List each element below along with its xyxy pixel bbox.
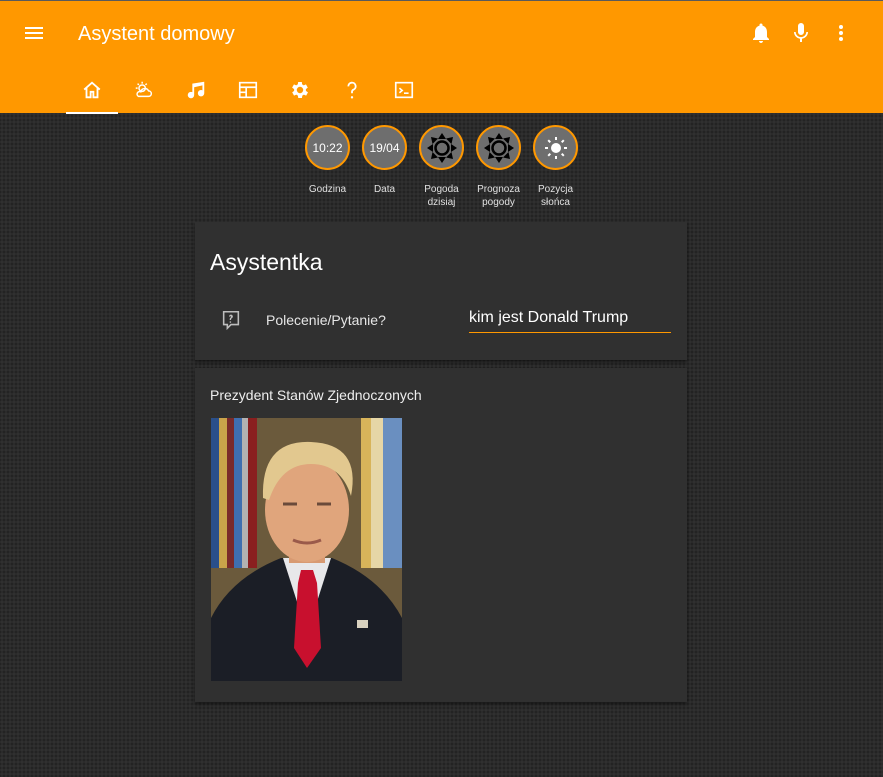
music-note-icon bbox=[187, 81, 205, 99]
tab-home[interactable] bbox=[66, 71, 118, 114]
tab-bar bbox=[66, 71, 430, 114]
badge-date-value: 19/04 bbox=[362, 125, 407, 170]
badge-date[interactable]: 19/04 Data bbox=[360, 125, 409, 209]
badge-weather-today[interactable]: Pogoda dzisiaj bbox=[417, 125, 466, 209]
badge-label: Pozycja słońca bbox=[537, 184, 573, 208]
answer-text: Prezydent Stanów Zjednoczonych bbox=[210, 387, 422, 403]
sun-moon-icon bbox=[483, 132, 514, 163]
tab-calendar[interactable] bbox=[222, 71, 274, 114]
weather-partly-cloudy-icon bbox=[135, 81, 152, 98]
command-input-wrapper bbox=[469, 306, 671, 333]
home-icon bbox=[83, 81, 101, 99]
tab-weather[interactable] bbox=[118, 71, 170, 114]
app-header: Asystent domowy bbox=[0, 0, 883, 114]
badge-row: 10:22 Godzina 19/04 Data Pogoda dzisiaj … bbox=[303, 125, 580, 209]
microphone-icon[interactable] bbox=[789, 21, 813, 45]
top-actions bbox=[749, 21, 853, 45]
field-label: Polecenie/Pytanie? bbox=[266, 312, 386, 328]
badge-time-value: 10:22 bbox=[305, 125, 350, 170]
console-icon bbox=[394, 81, 414, 99]
tab-help[interactable] bbox=[326, 71, 378, 114]
comment-question-icon bbox=[220, 309, 242, 331]
more-vert-icon[interactable] bbox=[829, 21, 853, 45]
tab-music[interactable] bbox=[170, 71, 222, 114]
bell-icon[interactable] bbox=[749, 21, 773, 45]
calendar-table-icon bbox=[238, 81, 258, 99]
assistant-card: Asystentka Polecenie/Pytanie? bbox=[195, 222, 687, 360]
app-title: Asystent domowy bbox=[78, 23, 235, 45]
command-input[interactable] bbox=[469, 306, 671, 330]
tab-console[interactable] bbox=[378, 71, 430, 114]
tab-settings[interactable] bbox=[274, 71, 326, 114]
badge-label: Prognoza pogody bbox=[477, 184, 520, 208]
badge-label: Pogoda dzisiaj bbox=[424, 184, 459, 208]
badge-time[interactable]: 10:22 Godzina bbox=[303, 125, 352, 209]
sun-icon bbox=[544, 136, 567, 159]
help-icon bbox=[347, 81, 357, 99]
sun-moon-icon bbox=[426, 132, 457, 163]
card-title: Asystentka bbox=[210, 249, 323, 275]
badge-sun-position[interactable]: Pozycja słońca bbox=[531, 125, 580, 209]
badge-label: Godzina bbox=[308, 184, 347, 195]
badge-weather-forecast[interactable]: Prognoza pogody bbox=[474, 125, 523, 209]
answer-card: Prezydent Stanów Zjednoczonych bbox=[195, 368, 687, 702]
menu-icon[interactable] bbox=[22, 21, 46, 45]
portrait-photo bbox=[211, 418, 402, 681]
gear-icon bbox=[292, 82, 308, 98]
badge-label: Data bbox=[373, 184, 396, 195]
